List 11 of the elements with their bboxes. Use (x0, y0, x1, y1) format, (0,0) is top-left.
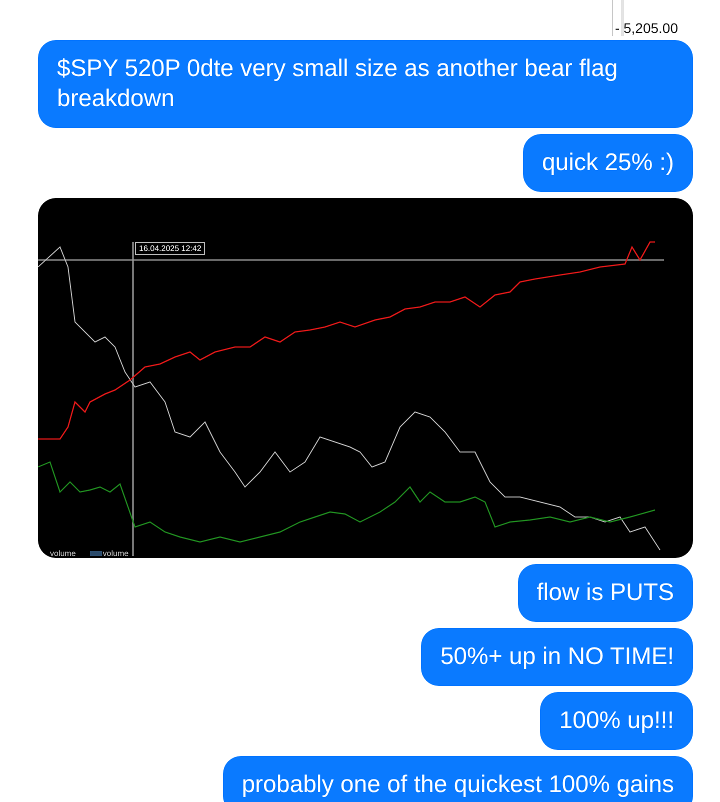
message-bubble: probably one of the quickest 100% gains (222, 756, 693, 802)
date-tooltip: 16.04.2025 12:42 (135, 242, 206, 255)
price-label: - 5,205.00 (614, 20, 678, 36)
scroll-track (612, 0, 624, 36)
message-bubble: 100% up!!! (540, 692, 693, 750)
message-bubble: $SPY 520P 0dte very small size as another bear flag breakdown (38, 40, 693, 128)
legend-label: volume (50, 548, 76, 558)
message-bubble: 50%+ up in NO TIME! (421, 628, 693, 686)
message-bubble: flow is PUTS (518, 564, 693, 622)
legend-label: volume (90, 548, 129, 558)
message-bubble: quick 25% :) (522, 134, 693, 192)
